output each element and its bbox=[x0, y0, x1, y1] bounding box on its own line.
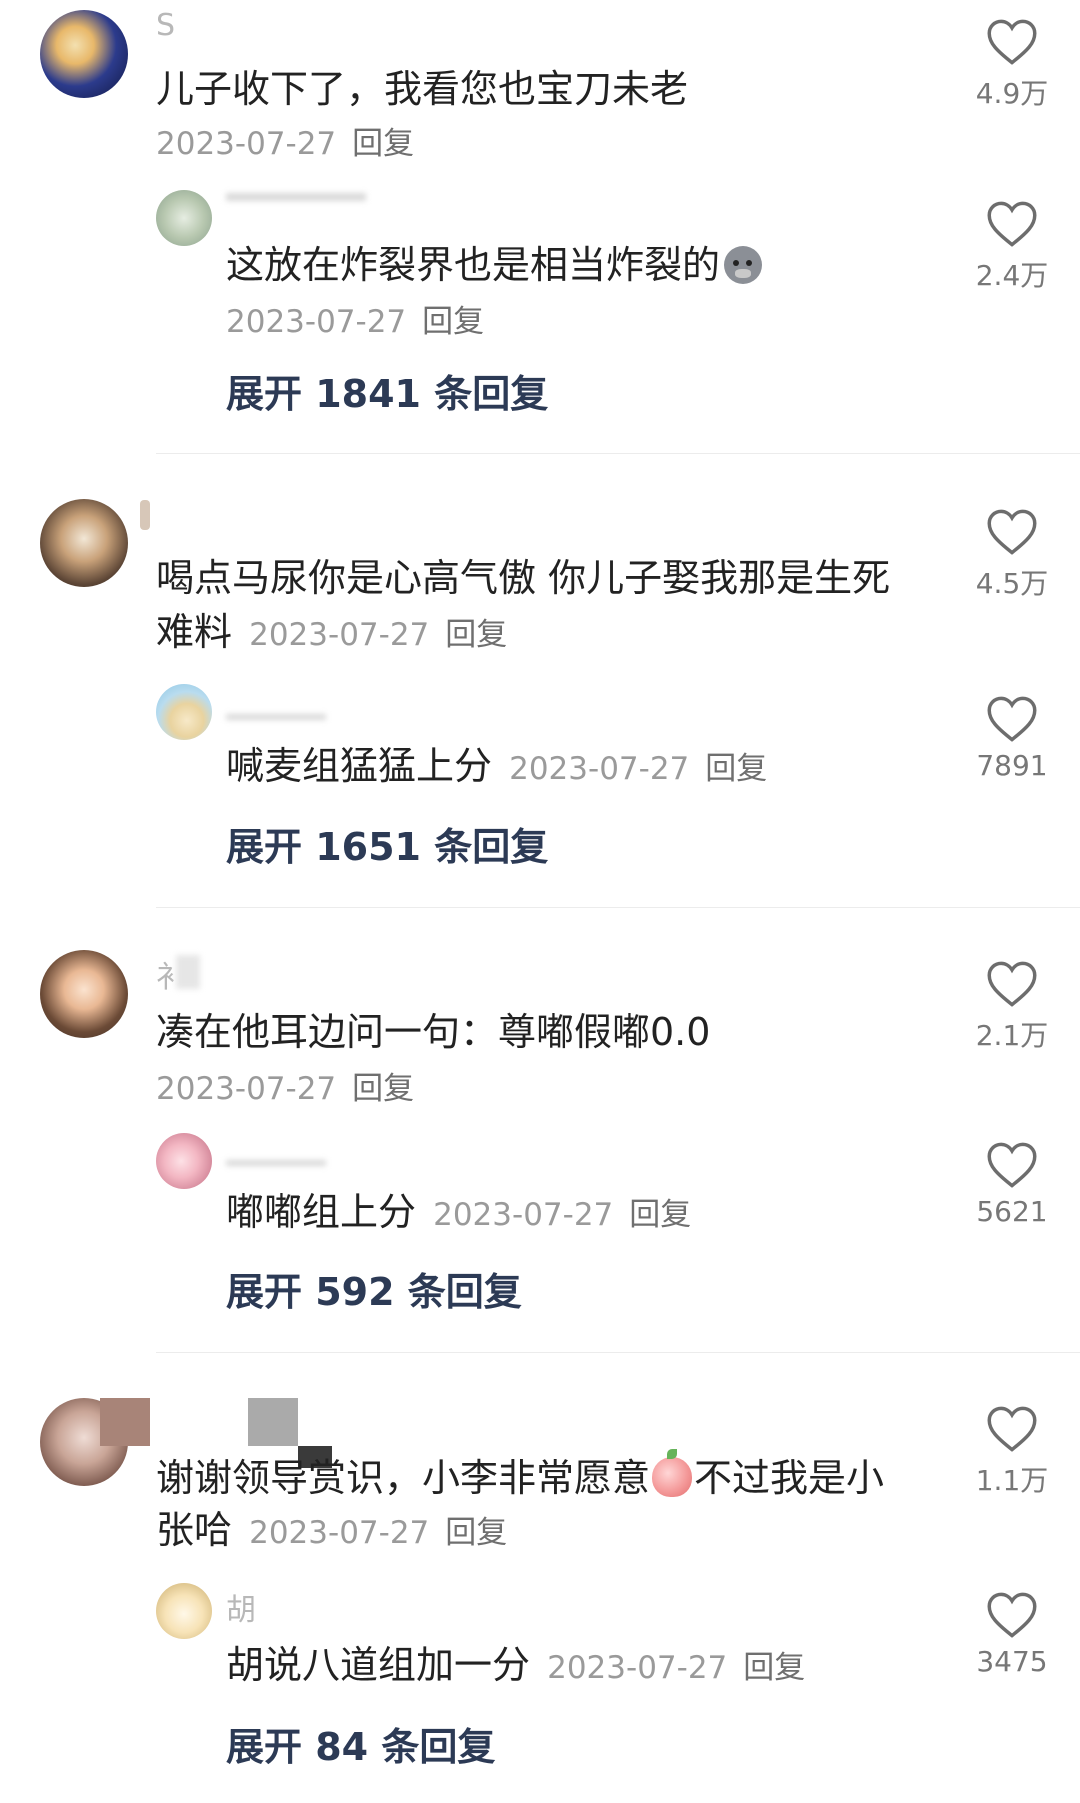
reply-author-redacted bbox=[226, 714, 326, 720]
expand-replies-button[interactable]: 展开 1841 条回复 bbox=[226, 363, 548, 418]
heart-outline-icon[interactable] bbox=[986, 18, 1038, 66]
author-redacted bbox=[176, 955, 200, 989]
like-button[interactable]: 7891 bbox=[957, 695, 1067, 782]
avatar[interactable] bbox=[40, 950, 128, 1038]
heart-outline-icon[interactable] bbox=[986, 508, 1038, 556]
divider bbox=[156, 907, 1080, 908]
like-button[interactable]: 3475 bbox=[957, 1591, 1067, 1678]
reply-date: 2023-07-27 bbox=[226, 304, 407, 340]
author-redacted bbox=[140, 500, 150, 530]
reply-date: 2023-07-27 bbox=[547, 1650, 728, 1686]
reply-button[interactable]: 回复 bbox=[422, 304, 484, 340]
comment-line2: 张哈 2023-07-27 回复 bbox=[156, 1508, 508, 1552]
expand-replies-button[interactable]: 展开 1651 条回复 bbox=[226, 816, 548, 871]
reply-avatar[interactable] bbox=[156, 190, 212, 246]
like-count: 7891 bbox=[976, 749, 1048, 782]
reply-text: 这放在炸裂界也是相当炸裂的 bbox=[226, 238, 763, 292]
comment-date: 2023-07-27 bbox=[156, 126, 337, 162]
reply-author[interactable]: 胡 bbox=[226, 1585, 256, 1629]
like-button[interactable]: 2.4万 bbox=[957, 200, 1067, 294]
like-count: 1.1万 bbox=[975, 1464, 1049, 1497]
reply-button[interactable]: 回复 bbox=[445, 617, 507, 653]
comment-text: 谢谢领导赏识，小李非常愿意 不过我是小 bbox=[156, 1449, 884, 1505]
comment-author[interactable]: S bbox=[156, 8, 175, 43]
heart-outline-icon[interactable] bbox=[986, 695, 1038, 743]
comment-date: 2023-07-27 bbox=[249, 1515, 430, 1551]
reply-avatar[interactable] bbox=[156, 684, 212, 740]
reply-text: 喊麦组猛猛上分 bbox=[226, 744, 493, 788]
comment-meta: 2023-07-27 回复 bbox=[156, 1063, 414, 1108]
comment-date: 2023-07-27 bbox=[156, 1071, 337, 1107]
avatar[interactable] bbox=[40, 499, 128, 587]
reply-button[interactable]: 回复 bbox=[445, 1515, 507, 1551]
reply-button[interactable]: 回复 bbox=[352, 126, 414, 162]
like-button[interactable]: 1.1万 bbox=[957, 1405, 1067, 1499]
reply-button[interactable]: 回复 bbox=[352, 1071, 414, 1107]
comment-meta: 2023-07-27 回复 bbox=[156, 118, 414, 163]
comment-text: 儿子收下了，我看您也宝刀未老 bbox=[156, 67, 689, 111]
like-count: 2.4万 bbox=[975, 259, 1049, 292]
author-redacted bbox=[100, 1398, 150, 1446]
reply-button[interactable]: 回复 bbox=[705, 751, 767, 787]
pig-face-emoji-icon bbox=[724, 246, 763, 284]
reply-author-redacted bbox=[226, 193, 366, 201]
heart-outline-icon[interactable] bbox=[986, 1405, 1038, 1453]
comment-date: 2023-07-27 bbox=[249, 617, 430, 653]
heart-outline-icon[interactable] bbox=[986, 960, 1038, 1008]
like-count: 3475 bbox=[976, 1645, 1048, 1678]
author-redacted bbox=[248, 1398, 298, 1446]
heart-outline-icon[interactable] bbox=[986, 200, 1038, 248]
expand-replies-button[interactable]: 展开 84 条回复 bbox=[226, 1716, 495, 1771]
like-count: 4.5万 bbox=[975, 567, 1049, 600]
heart-outline-icon[interactable] bbox=[986, 1141, 1038, 1189]
reply-line: 喊麦组猛猛上分 2023-07-27 回复 bbox=[226, 739, 767, 793]
reply-date: 2023-07-27 bbox=[509, 751, 690, 787]
divider bbox=[156, 1352, 1080, 1353]
reply-avatar[interactable] bbox=[156, 1583, 212, 1639]
peach-emoji-icon bbox=[652, 1449, 693, 1497]
comment-text: 凑在他耳边问一句：尊嘟假嘟0.0 bbox=[156, 1010, 711, 1054]
avatar[interactable] bbox=[40, 10, 128, 98]
reply-button[interactable]: 回复 bbox=[743, 1650, 805, 1686]
heart-outline-icon[interactable] bbox=[986, 1591, 1038, 1639]
reply-date: 2023-07-27 bbox=[433, 1197, 614, 1233]
like-button[interactable]: 5621 bbox=[957, 1141, 1067, 1228]
reply-avatar[interactable] bbox=[156, 1133, 212, 1189]
like-button[interactable]: 4.5万 bbox=[957, 508, 1067, 602]
expand-replies-button[interactable]: 展开 592 条回复 bbox=[226, 1261, 522, 1316]
like-button[interactable]: 4.9万 bbox=[957, 18, 1067, 112]
reply-line: 嘟嘟组上分 2023-07-27 回复 bbox=[226, 1185, 691, 1239]
like-count: 2.1万 bbox=[975, 1019, 1049, 1052]
reply-author-redacted bbox=[226, 1160, 326, 1166]
reply-line: 胡说八道组加一分 2023-07-27 回复 bbox=[226, 1638, 805, 1692]
divider bbox=[156, 453, 1080, 454]
reply-text: 胡说八道组加一分 bbox=[226, 1643, 531, 1687]
like-count: 5621 bbox=[976, 1195, 1048, 1228]
reply-button[interactable]: 回复 bbox=[629, 1197, 691, 1233]
like-count: 4.9万 bbox=[975, 77, 1049, 110]
like-button[interactable]: 2.1万 bbox=[957, 960, 1067, 1054]
reply-meta: 2023-07-27 回复 bbox=[226, 296, 484, 341]
comment-text: 喝点马尿你是心高气傲 你儿子娶我那是生死 bbox=[156, 556, 891, 600]
reply-text: 嘟嘟组上分 bbox=[226, 1190, 417, 1234]
comment-line2: 难料 2023-07-27 回复 bbox=[156, 610, 508, 654]
